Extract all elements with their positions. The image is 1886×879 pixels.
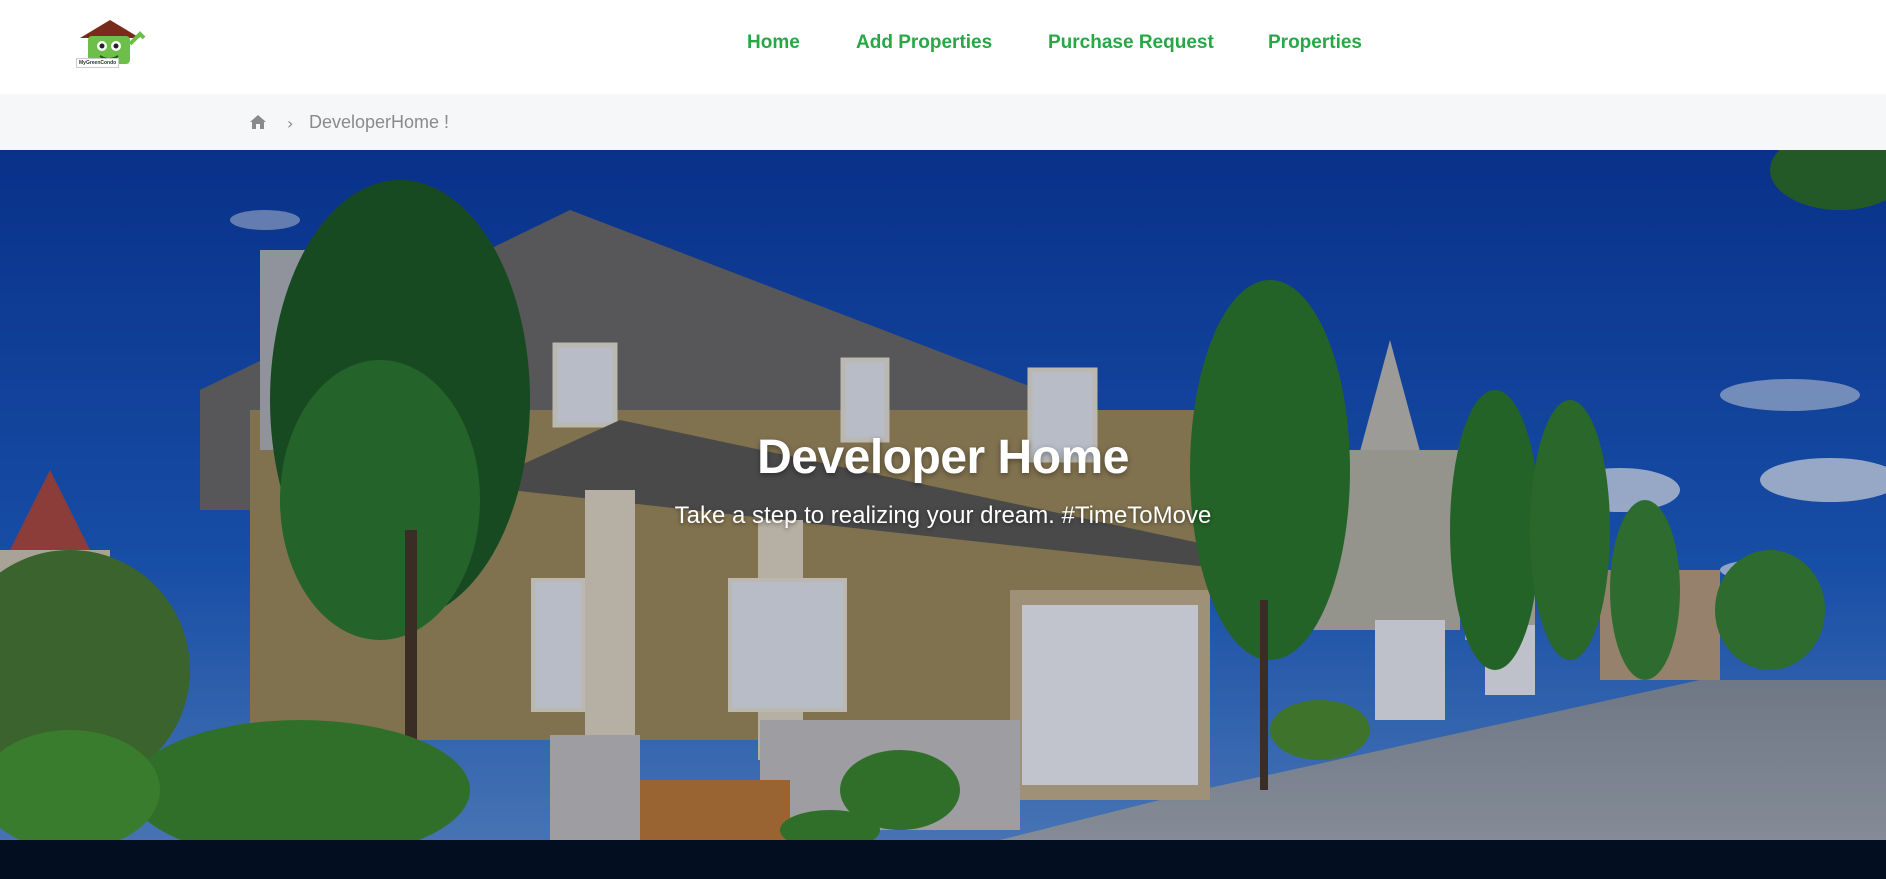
main-nav: Home Add Properties Purchase Request Pro… bbox=[0, 0, 1886, 88]
hero-banner: Developer Home Take a step to realizing … bbox=[0, 150, 1886, 840]
nav-properties[interactable]: Properties bbox=[1268, 32, 1362, 54]
breadcrumb-current: DeveloperHome ! bbox=[309, 112, 450, 132]
breadcrumb: › DeveloperHome ! bbox=[0, 94, 1886, 150]
home-icon[interactable] bbox=[250, 115, 266, 129]
hero-title: Developer Home bbox=[757, 431, 1129, 484]
nav-home[interactable]: Home bbox=[747, 32, 800, 54]
site-header: MyGreenCondo Home Add Properties Purchas… bbox=[0, 0, 1886, 94]
footer-bar bbox=[0, 840, 1886, 879]
hero-overlay bbox=[0, 150, 1886, 840]
nav-purchase-request[interactable]: Purchase Request bbox=[1048, 32, 1214, 54]
hero-subtitle: Take a step to realizing your dream. #Ti… bbox=[674, 502, 1212, 529]
nav-add-properties[interactable]: Add Properties bbox=[856, 32, 992, 54]
chevron-right-icon: › bbox=[287, 114, 294, 133]
